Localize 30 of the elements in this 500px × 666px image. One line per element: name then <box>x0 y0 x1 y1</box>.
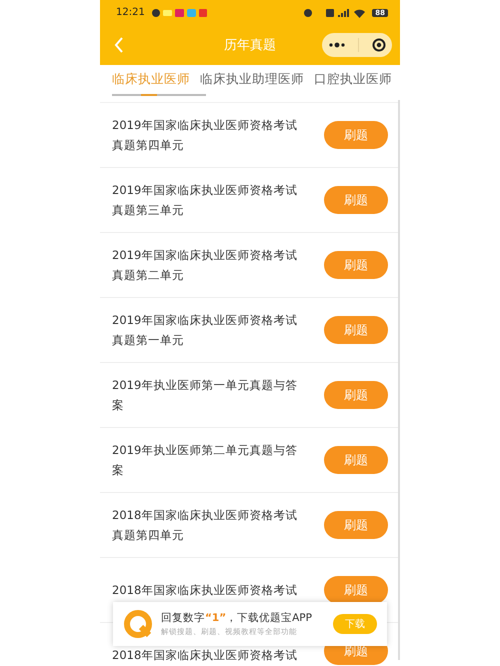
exam-title: 2019年执业医师第二单元真题与答案 <box>112 442 298 479</box>
practice-button[interactable]: 刷题 <box>324 186 388 214</box>
capsule-menu[interactable] <box>322 33 392 57</box>
category-tab[interactable]: 临床执业医师 <box>112 71 190 88</box>
close-target-icon[interactable] <box>372 38 386 52</box>
exam-title: 2019年国家临床执业医师资格考试真题第二单元 <box>112 247 298 284</box>
exam-title: 2019年国家临床执业医师资格考试真题第三单元 <box>112 182 298 219</box>
practice-button[interactable]: 刷题 <box>324 121 388 149</box>
more-icon[interactable] <box>328 42 346 48</box>
app-logo-icon <box>123 609 153 639</box>
exam-title: 2018年国家临床执业医师资格考试 <box>112 582 298 599</box>
practice-button[interactable]: 刷题 <box>324 576 388 604</box>
practice-button[interactable]: 刷题 <box>324 511 388 539</box>
notification-icons <box>150 8 207 18</box>
category-tab[interactable]: 口腔执业医师 <box>314 71 392 88</box>
status-time: 12:21 <box>116 7 145 18</box>
practice-button[interactable]: 刷题 <box>324 316 388 344</box>
practice-button[interactable]: 刷题 <box>324 251 388 279</box>
exam-title: 2018年国家临床执业医师资格考试真题第四单元 <box>112 507 298 544</box>
signal-icons <box>304 8 366 18</box>
practice-button[interactable]: 刷题 <box>324 381 388 409</box>
exam-title: 2019年国家临床执业医师资格考试真题第四单元 <box>112 117 298 154</box>
download-button[interactable]: 下载 <box>333 614 377 634</box>
banner-text: 回复数字“1”，下载优题宝APP <box>161 611 313 625</box>
exam-title: 2019年执业医师第一单元真题与答案 <box>112 377 298 414</box>
exam-title: 2018年国家临床执业医师资格考试 <box>112 647 298 664</box>
practice-button[interactable]: 刷题 <box>324 446 388 474</box>
exam-title: 2019年国家临床执业医师资格考试真题第一单元 <box>112 312 298 349</box>
page-title: 历年真题 <box>223 37 277 54</box>
category-tab[interactable]: 临床执业助理医师 <box>200 71 304 88</box>
